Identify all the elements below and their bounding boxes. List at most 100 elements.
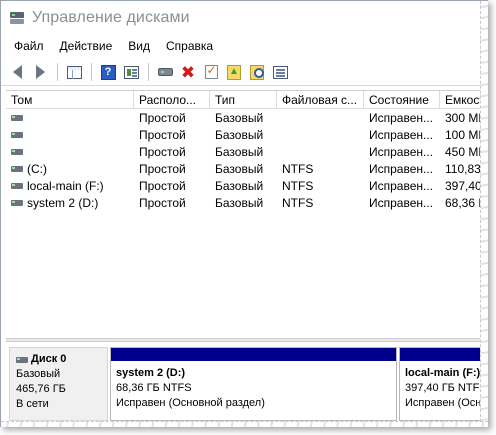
- volume-icon: [11, 114, 23, 121]
- volume-icon: [11, 182, 23, 189]
- forward-button[interactable]: [29, 61, 51, 83]
- cell-type: Базовый: [210, 179, 277, 193]
- cell-capacity-text: 300 МБ: [445, 110, 484, 125]
- cell-capacity: 450 МБ: [440, 145, 484, 159]
- cell-capacity-text: 450 МБ: [445, 144, 484, 159]
- cell-capacity-text: 100 МБ: [445, 127, 484, 142]
- connect-disk-button[interactable]: [154, 61, 176, 83]
- cell-file-system: NTFS: [277, 196, 364, 210]
- back-button[interactable]: [6, 61, 28, 83]
- volume-icon: [11, 165, 23, 172]
- cell-type: Базовый: [210, 145, 277, 159]
- cell-status: Исправен...: [364, 128, 440, 142]
- menu-view[interactable]: Вид: [120, 38, 158, 56]
- table-row[interactable]: Простой Базовый Исправен... 100 МБ: [6, 126, 484, 143]
- table-row[interactable]: local-main (F:) Простой Базовый NTFS Исправе…: [6, 177, 484, 194]
- partition-local-main[interactable]: local-main (F:) 397,40 ГБ NTFS Исправен …: [399, 347, 488, 421]
- properties-icon: [204, 63, 218, 79]
- column-header-volume[interactable]: Том: [6, 91, 134, 108]
- disk-state: В сети: [16, 398, 49, 410]
- column-header-file-system[interactable]: Файловая с...: [277, 91, 364, 108]
- menu-action[interactable]: Действие: [52, 38, 121, 56]
- cell-volume: (C:): [6, 162, 134, 176]
- torn-edge-bottom: [1, 421, 488, 427]
- cell-capacity-text: 397,40: [445, 178, 482, 193]
- forward-icon: [35, 65, 45, 79]
- volume-list: Том Располо... Тип Файловая с... Состоян…: [6, 90, 484, 336]
- volume-icon: [11, 131, 23, 138]
- disk-map: Диск 0 Базовый 465,76 ГБ В сети system 2…: [6, 343, 488, 423]
- cell-status: Исправен...: [364, 179, 440, 193]
- partition-status: Исправен (Основной раздел): [116, 397, 265, 409]
- cell-type-text: Базовый: [215, 110, 264, 125]
- help-button[interactable]: ?: [97, 61, 119, 83]
- volume-icon: [11, 148, 23, 155]
- cell-file-system-text: NTFS: [282, 161, 314, 176]
- cell-layout-text: Простой: [139, 110, 186, 125]
- disk-size: 465,76 ГБ: [16, 383, 66, 395]
- properties-button[interactable]: [200, 61, 222, 83]
- column-header-status[interactable]: Состояние: [364, 91, 440, 108]
- cell-volume-text: (C:): [27, 161, 47, 176]
- column-header-type[interactable]: Тип: [210, 91, 277, 108]
- delete-button[interactable]: ✖: [177, 61, 199, 83]
- toolbar-separator: [91, 63, 92, 81]
- cell-layout-text: Простой: [139, 144, 186, 159]
- show-hide-action-pane-button[interactable]: [120, 61, 142, 83]
- open-icon: [227, 64, 241, 80]
- disk-management-icon: [9, 10, 25, 26]
- table-row[interactable]: Простой Базовый Исправен... 450 МБ: [6, 143, 484, 160]
- menu-help[interactable]: Справка: [158, 38, 221, 56]
- cell-type: Базовый: [210, 128, 277, 142]
- cell-status-text: Исправен...: [369, 161, 434, 176]
- partition-status: Исправен (Осн: [405, 397, 482, 409]
- table-row[interactable]: (C:) Простой Базовый NTFS Исправен... 110,83: [6, 160, 484, 177]
- cell-file-system-text: NTFS: [282, 195, 314, 210]
- toolbar-separator: [148, 63, 149, 81]
- pane-splitter[interactable]: [6, 338, 484, 342]
- toolbar: ? ✖: [1, 59, 488, 86]
- cell-capacity: 110,83: [440, 162, 484, 176]
- list-view-button[interactable]: [269, 61, 291, 83]
- menu-file[interactable]: Файл: [6, 38, 52, 56]
- cell-layout: Простой: [134, 162, 210, 176]
- open-button[interactable]: [223, 61, 245, 83]
- back-icon: [12, 65, 22, 79]
- table-row[interactable]: Простой Базовый Исправен... 300 МБ: [6, 109, 484, 126]
- partition-bar: [111, 348, 396, 361]
- cell-type: Базовый: [210, 196, 277, 210]
- cell-file-system-text: NTFS: [282, 178, 314, 193]
- disk-name: Диск 0: [31, 353, 67, 365]
- cell-type: Базовый: [210, 162, 277, 176]
- cell-volume-text: system 2 (D:): [27, 195, 99, 210]
- table-row[interactable]: system 2 (D:) Простой Базовый NTFS Исправен.…: [6, 194, 484, 211]
- partition-system-2[interactable]: system 2 (D:) 68,36 ГБ NTFS Исправен (Ос…: [110, 347, 397, 421]
- cell-layout-text: Простой: [139, 195, 186, 210]
- cell-layout: Простой: [134, 128, 210, 142]
- cell-volume: [6, 114, 134, 121]
- menu-bar: Файл Действие Вид Справка: [1, 38, 221, 56]
- cell-volume: system 2 (D:): [6, 196, 134, 210]
- cell-layout: Простой: [134, 196, 210, 210]
- cell-status: Исправен...: [364, 111, 440, 125]
- cell-capacity: 100 МБ: [440, 128, 484, 142]
- cell-layout: Простой: [134, 179, 210, 193]
- cell-capacity: 68,36 Г: [440, 196, 484, 210]
- cell-status-text: Исправен...: [369, 127, 434, 142]
- show-hide-console-tree-button[interactable]: [63, 61, 85, 83]
- cell-layout-text: Простой: [139, 127, 186, 142]
- cell-capacity-text: 110,83: [445, 161, 481, 176]
- cell-file-system: NTFS: [277, 162, 364, 176]
- cell-type-text: Базовый: [215, 195, 264, 210]
- title-bar[interactable]: Управление дисками: [1, 1, 488, 35]
- cell-layout: Простой: [134, 145, 210, 159]
- cell-layout-text: Простой: [139, 178, 186, 193]
- column-header-layout[interactable]: Располо...: [134, 91, 210, 108]
- explore-button[interactable]: [246, 61, 268, 83]
- cell-capacity: 300 МБ: [440, 111, 484, 125]
- cell-status: Исправен...: [364, 196, 440, 210]
- column-header-capacity[interactable]: Емкост: [440, 91, 484, 108]
- disk-0-label[interactable]: Диск 0 Базовый 465,76 ГБ В сети: [9, 347, 108, 421]
- delete-icon: ✖: [180, 62, 196, 82]
- cell-volume: local-main (F:): [6, 179, 134, 193]
